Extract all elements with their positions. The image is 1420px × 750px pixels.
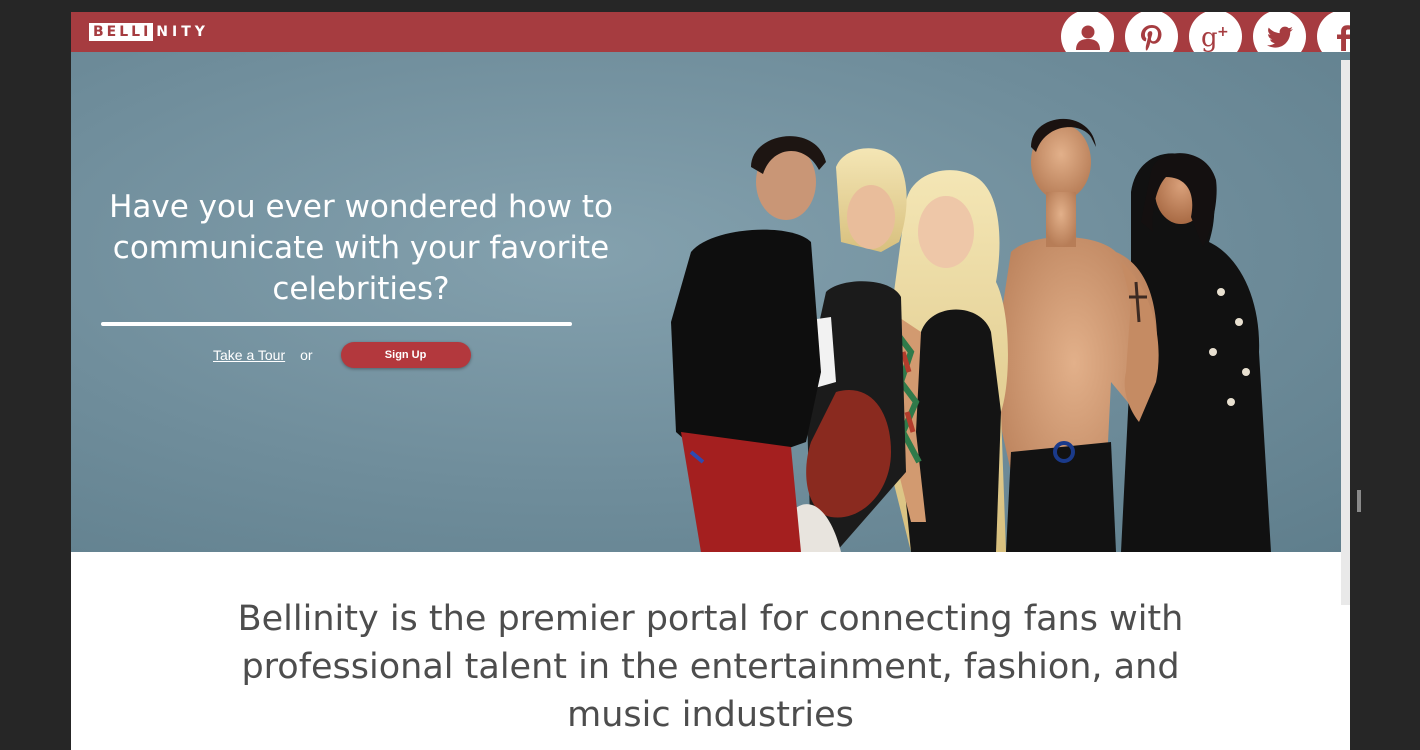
svg-text:g: g <box>1201 23 1218 52</box>
twitter-icon <box>1266 26 1293 48</box>
hero-divider <box>101 322 572 326</box>
logo-rest-text: NITY <box>156 24 209 40</box>
hero-headline: Have you ever wondered how to communicat… <box>91 187 631 310</box>
take-a-tour-link[interactable]: Take a Tour <box>213 347 285 363</box>
hero-headline-line: Have you ever wondered how to <box>109 189 613 225</box>
intro-line: music industries <box>567 695 854 735</box>
hero-actions: Take a Tour or Sign Up <box>213 342 471 368</box>
intro-line: professional talent in the entertainment… <box>241 647 1180 687</box>
logo[interactable]: BELLI NITY <box>89 22 209 42</box>
scrollbar-track[interactable] <box>1341 60 1350 605</box>
intro-statement: Bellinity is the premier portal for conn… <box>71 595 1350 739</box>
top-bar: BELLI NITY g + <box>71 12 1350 63</box>
logo-boxed-text: BELLI <box>89 23 154 41</box>
celebrity-group-photo <box>671 118 1271 552</box>
svg-text:+: + <box>1217 24 1229 40</box>
scrollbar-thumb[interactable] <box>1357 490 1361 512</box>
hero-headline-line: communicate with your favorite <box>112 230 610 266</box>
intro-line: Bellinity is the premier portal for conn… <box>237 599 1184 639</box>
pinterest-icon <box>1140 24 1161 50</box>
page: BELLI NITY g + Have you ever wondered ho… <box>71 12 1350 750</box>
or-text: or <box>300 347 313 363</box>
sign-up-button[interactable]: Sign Up <box>340 342 471 368</box>
user-icon <box>1075 25 1100 50</box>
google-plus-icon: g + <box>1201 23 1229 52</box>
facebook-icon <box>1336 24 1350 51</box>
hero-banner: Have you ever wondered how to communicat… <box>71 52 1350 552</box>
hero-headline-line: celebrities? <box>272 271 450 307</box>
